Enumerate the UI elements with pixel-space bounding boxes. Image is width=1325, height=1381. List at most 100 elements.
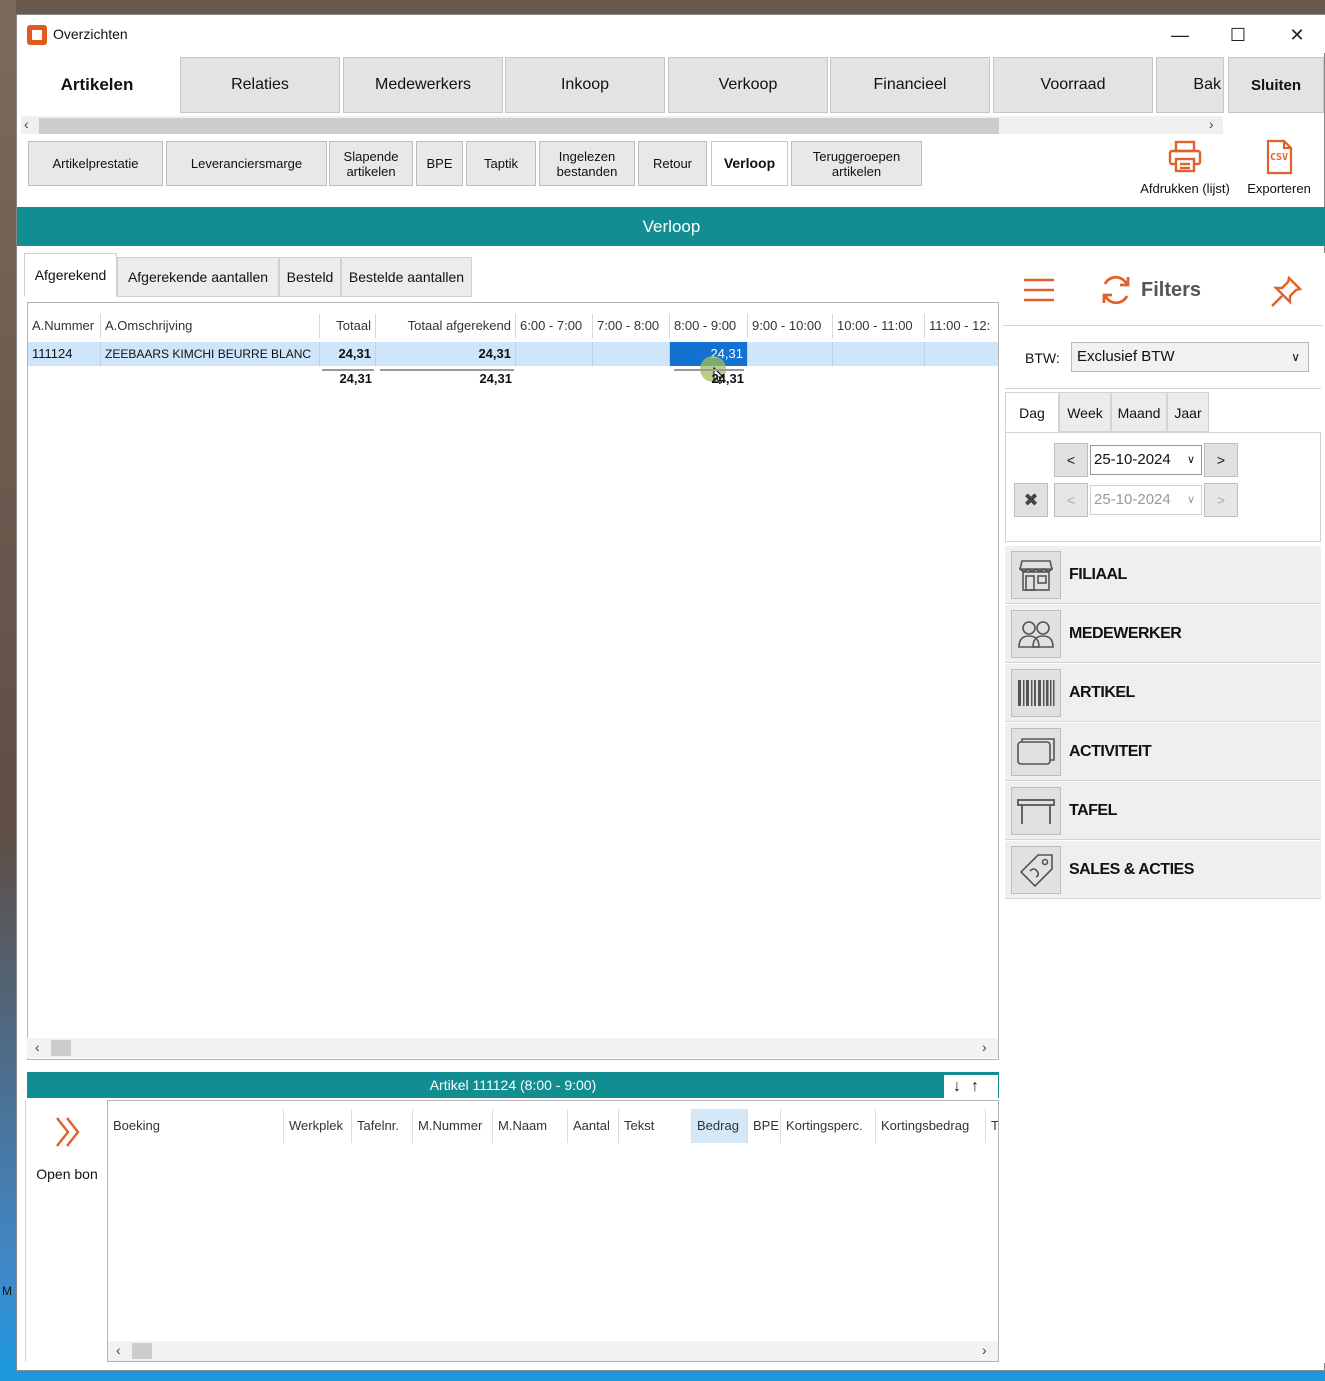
subtab-taptik[interactable]: Taptik	[466, 141, 536, 186]
scroll-right-icon[interactable]: ›	[982, 1039, 987, 1055]
col-10-11[interactable]: 10:00 - 11:00	[833, 314, 925, 338]
scroll-right-icon[interactable]: ›	[1209, 116, 1214, 132]
gridtab-besteld[interactable]: Besteld	[279, 257, 341, 297]
close-button[interactable]: ✕	[1277, 21, 1317, 49]
open-bon-button[interactable]: Open bon	[25, 1100, 107, 1362]
subtab-ingelezen-bestanden[interactable]: Ingelezen bestanden	[539, 141, 635, 186]
arrow-up-icon[interactable]: ↑	[971, 1078, 989, 1095]
cell-9-10[interactable]	[748, 342, 833, 366]
cell-6-7[interactable]	[516, 342, 593, 366]
dcol-aantal[interactable]: Aantal	[568, 1109, 619, 1143]
subtab-leveranciersmarge[interactable]: Leveranciersmarge	[166, 141, 327, 186]
filter-sales-acties[interactable]: SALES & ACTIES	[1005, 841, 1321, 899]
dcol-werkplek[interactable]: Werkplek	[284, 1109, 352, 1143]
subtab-bpe[interactable]: BPE	[416, 141, 463, 186]
dcol-tafelnr[interactable]: Tafelnr.	[352, 1109, 413, 1143]
btw-select[interactable]: Exclusief BTW ∨	[1071, 342, 1309, 372]
col-11-12[interactable]: 11:00 - 12:	[925, 314, 998, 338]
arrow-down-icon[interactable]: ↓	[953, 1078, 971, 1095]
dcol-bpe[interactable]: BPE	[748, 1109, 781, 1143]
taskbar-fragment: M	[2, 1284, 12, 1298]
filter-artikel-label: ARTIKEL	[1069, 684, 1135, 701]
tab-artikelen[interactable]: Artikelen	[17, 57, 177, 113]
tab-bak[interactable]: Bak	[1156, 57, 1224, 113]
scroll-left-icon[interactable]: ‹	[24, 116, 29, 132]
scroll-left-icon[interactable]: ‹	[116, 1342, 121, 1358]
col-a-omschrijving[interactable]: A.Omschrijving	[101, 314, 320, 338]
total-totaal-afgerekend: 24,31	[479, 371, 512, 386]
tabs-scrollbar[interactable]: ‹ ›	[21, 116, 1223, 134]
period-tab-dag[interactable]: Dag	[1005, 392, 1059, 432]
tab-voorraad[interactable]: Voorraad	[993, 57, 1153, 113]
cell-omschrijving[interactable]: ZEEBAARS KIMCHI BEURRE BLANC	[101, 342, 320, 366]
btw-value: Exclusief BTW	[1077, 348, 1175, 365]
cell-totaal-afgerekend[interactable]: 24,31	[376, 342, 516, 366]
cell-totaal[interactable]: 24,31	[320, 342, 376, 366]
period-tab-week[interactable]: Week	[1059, 392, 1111, 432]
subtab-verloop[interactable]: Verloop	[711, 141, 788, 186]
clear-date-button[interactable]: ✖	[1014, 483, 1048, 517]
pin-icon[interactable]	[1269, 275, 1303, 309]
col-9-10[interactable]: 9:00 - 10:00	[748, 314, 833, 338]
scrollbar-thumb[interactable]	[132, 1343, 152, 1359]
gridtab-bestelde-aantallen[interactable]: Bestelde aantallen	[341, 257, 472, 297]
dcol-t[interactable]: T	[986, 1109, 998, 1143]
filter-artikel[interactable]: ARTIKEL	[1005, 664, 1321, 722]
subtab-retour[interactable]: Retour	[638, 141, 707, 186]
tab-relaties[interactable]: Relaties	[180, 57, 340, 113]
dcol-kortingsbedrag[interactable]: Kortingsbedrag	[876, 1109, 986, 1143]
refresh-icon[interactable]	[1099, 273, 1133, 307]
verloop-grid[interactable]: A.Nummer A.Omschrijving Totaal Totaal af…	[27, 302, 999, 1060]
export-button[interactable]: Exporteren	[1241, 139, 1317, 196]
tab-medewerkers[interactable]: Medewerkers	[343, 57, 503, 113]
tab-verkoop[interactable]: Verkoop	[668, 57, 828, 113]
cell-10-11[interactable]	[833, 342, 925, 366]
cell-11-12[interactable]	[925, 342, 998, 366]
col-totaal-afgerekend[interactable]: Totaal afgerekend	[376, 314, 516, 338]
col-8-9[interactable]: 8:00 - 9:00	[670, 314, 748, 338]
dcol-m-naam[interactable]: M.Naam	[493, 1109, 568, 1143]
scroll-right-icon[interactable]: ›	[982, 1342, 987, 1358]
subtab-artikelprestatie[interactable]: Artikelprestatie	[28, 141, 163, 186]
grid-scrollbar[interactable]: ‹ ›	[27, 1038, 998, 1058]
dcol-tekst[interactable]: Tekst	[619, 1109, 692, 1143]
sluiten-button[interactable]: Sluiten	[1228, 57, 1324, 113]
minimize-button[interactable]: —	[1160, 21, 1200, 49]
prev-day-button[interactable]: <	[1054, 443, 1088, 477]
scrollbar-thumb[interactable]	[39, 118, 999, 134]
filter-activiteit[interactable]: ACTIVITEIT	[1005, 723, 1321, 781]
period-tab-jaar[interactable]: Jaar	[1167, 392, 1209, 432]
next-day-button[interactable]: >	[1204, 443, 1238, 477]
detail-grid[interactable]: Boeking Werkplek Tafelnr. M.Nummer M.Naa…	[107, 1100, 999, 1362]
col-7-8[interactable]: 7:00 - 8:00	[593, 314, 670, 338]
dcol-kortingsperc[interactable]: Kortingsperc.	[781, 1109, 876, 1143]
maximize-button[interactable]: ☐	[1218, 21, 1258, 49]
col-totaal[interactable]: Totaal	[320, 314, 376, 338]
print-list-button[interactable]: Afdrukken (lijst)	[1135, 139, 1235, 196]
tab-financieel[interactable]: Financieel	[830, 57, 990, 113]
dcol-bedrag[interactable]: Bedrag	[692, 1109, 748, 1143]
col-a-nummer[interactable]: A.Nummer	[28, 314, 101, 338]
scrollbar-thumb[interactable]	[51, 1040, 71, 1056]
subtab-teruggeroepen-artikelen[interactable]: Teruggeroepen artikelen	[791, 141, 922, 186]
menu-icon[interactable]	[1023, 278, 1055, 302]
csv-icon-text: CSV	[1270, 152, 1289, 163]
sort-arrows[interactable]: ↓↑	[944, 1075, 998, 1099]
col-6-7[interactable]: 6:00 - 7:00	[516, 314, 593, 338]
filter-medewerker[interactable]: MEDEWERKER	[1005, 605, 1321, 663]
filter-sales-acties-label: SALES & ACTIES	[1069, 861, 1194, 878]
cell-7-8[interactable]	[593, 342, 670, 366]
filter-tafel[interactable]: TAFEL	[1005, 782, 1321, 840]
scroll-left-icon[interactable]: ‹	[35, 1039, 40, 1055]
period-tab-maand[interactable]: Maand	[1111, 392, 1167, 432]
filter-filiaal[interactable]: FILIAAL	[1005, 546, 1321, 604]
date-from-picker[interactable]: 25-10-2024 ∨	[1090, 445, 1202, 475]
dcol-boeking[interactable]: Boeking	[108, 1109, 284, 1143]
gridtab-afgerekend[interactable]: Afgerekend	[24, 253, 117, 297]
gridtab-afgerekende-aantallen[interactable]: Afgerekende aantallen	[117, 257, 279, 297]
tab-inkoop[interactable]: Inkoop	[505, 57, 665, 113]
dcol-m-nummer[interactable]: M.Nummer	[413, 1109, 493, 1143]
cell-nummer[interactable]: 111124	[28, 342, 101, 366]
subtab-slapende-artikelen[interactable]: Slapende artikelen	[329, 141, 413, 186]
detail-scrollbar[interactable]: ‹ ›	[108, 1341, 998, 1361]
